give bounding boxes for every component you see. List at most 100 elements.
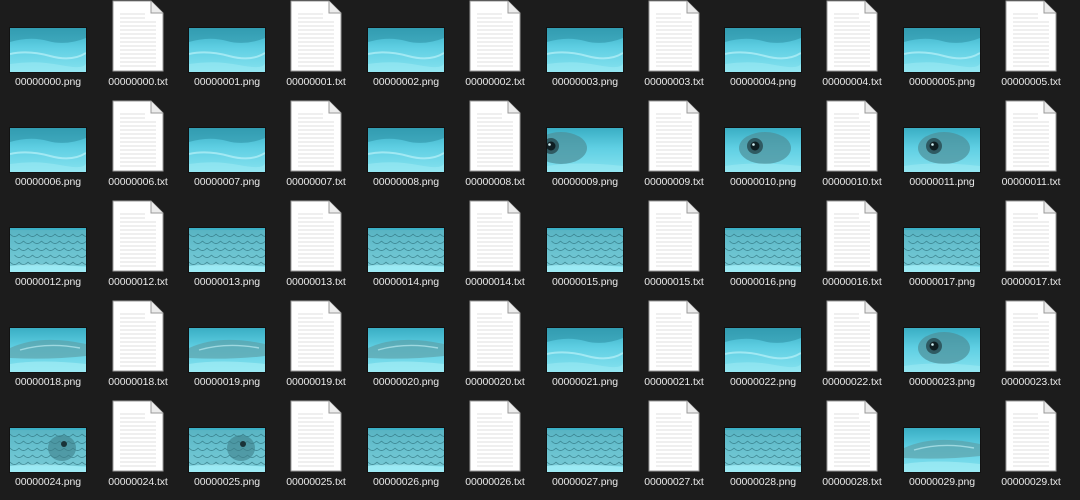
image-thumbnail bbox=[10, 428, 86, 472]
file-name-label: 00000002.png bbox=[373, 76, 439, 88]
text-document-icon bbox=[825, 300, 879, 372]
file-name-label: 00000008.txt bbox=[465, 176, 525, 188]
file-item-txt[interactable]: 00000004.txt bbox=[808, 0, 897, 100]
file-name-label: 00000015.txt bbox=[644, 276, 704, 288]
file-item-png[interactable]: 00000029.png bbox=[898, 400, 987, 500]
file-item-png[interactable]: 00000004.png bbox=[719, 0, 808, 100]
file-item-png[interactable]: 00000020.png bbox=[362, 300, 451, 400]
file-item-txt[interactable]: 00000001.txt bbox=[272, 0, 361, 100]
file-item-txt[interactable]: 00000017.txt bbox=[987, 200, 1076, 300]
file-item-txt[interactable]: 00000028.txt bbox=[808, 400, 897, 500]
file-name-label: 00000001.txt bbox=[286, 76, 346, 88]
file-name-label: 00000027.png bbox=[552, 476, 618, 488]
file-item-txt[interactable]: 00000010.txt bbox=[808, 100, 897, 200]
file-item-txt[interactable]: 00000005.txt bbox=[987, 0, 1076, 100]
file-item-png[interactable]: 00000009.png bbox=[541, 100, 630, 200]
text-document-icon bbox=[289, 0, 343, 72]
file-item-png[interactable]: 00000010.png bbox=[719, 100, 808, 200]
file-item-png[interactable]: 00000011.png bbox=[898, 100, 987, 200]
file-item-png[interactable]: 00000025.png bbox=[183, 400, 272, 500]
text-document-icon bbox=[289, 200, 343, 272]
file-item-txt[interactable]: 00000025.txt bbox=[272, 400, 361, 500]
image-thumbnail bbox=[189, 28, 265, 72]
file-item-txt[interactable]: 00000011.txt bbox=[987, 100, 1076, 200]
file-item-png[interactable]: 00000028.png bbox=[719, 400, 808, 500]
file-item-png[interactable]: 00000006.png bbox=[4, 100, 93, 200]
file-name-label: 00000022.txt bbox=[822, 376, 882, 388]
file-item-txt[interactable]: 00000016.txt bbox=[808, 200, 897, 300]
image-thumbnail bbox=[904, 428, 980, 472]
file-name-label: 00000004.png bbox=[730, 76, 796, 88]
file-item-txt[interactable]: 00000020.txt bbox=[451, 300, 540, 400]
file-item-png[interactable]: 00000001.png bbox=[183, 0, 272, 100]
file-item-png[interactable]: 00000023.png bbox=[898, 300, 987, 400]
file-item-png[interactable]: 00000024.png bbox=[4, 400, 93, 500]
file-item-txt[interactable]: 00000014.txt bbox=[451, 200, 540, 300]
file-item-png[interactable]: 00000002.png bbox=[362, 0, 451, 100]
text-document-icon bbox=[468, 400, 522, 472]
image-thumbnail bbox=[725, 428, 801, 472]
file-item-txt[interactable]: 00000023.txt bbox=[987, 300, 1076, 400]
file-item-txt[interactable]: 00000019.txt bbox=[272, 300, 361, 400]
file-name-label: 00000012.txt bbox=[108, 276, 168, 288]
file-item-txt[interactable]: 00000006.txt bbox=[94, 100, 183, 200]
file-item-png[interactable]: 00000005.png bbox=[898, 0, 987, 100]
file-item-txt[interactable]: 00000021.txt bbox=[630, 300, 719, 400]
file-name-label: 00000021.png bbox=[552, 376, 618, 388]
file-name-label: 00000009.png bbox=[552, 176, 618, 188]
file-item-png[interactable]: 00000019.png bbox=[183, 300, 272, 400]
text-document-icon bbox=[1004, 300, 1058, 372]
file-item-png[interactable]: 00000021.png bbox=[541, 300, 630, 400]
file-item-txt[interactable]: 00000009.txt bbox=[630, 100, 719, 200]
text-document-icon bbox=[825, 0, 879, 72]
text-document-icon bbox=[468, 300, 522, 372]
image-thumbnail bbox=[547, 428, 623, 472]
image-thumbnail bbox=[189, 428, 265, 472]
file-name-label: 00000021.txt bbox=[644, 376, 704, 388]
file-item-txt[interactable]: 00000013.txt bbox=[272, 200, 361, 300]
file-item-png[interactable]: 00000013.png bbox=[183, 200, 272, 300]
file-item-txt[interactable]: 00000026.txt bbox=[451, 400, 540, 500]
file-item-txt[interactable]: 00000015.txt bbox=[630, 200, 719, 300]
file-item-txt[interactable]: 00000007.txt bbox=[272, 100, 361, 200]
file-name-label: 00000006.png bbox=[15, 176, 81, 188]
file-item-png[interactable]: 00000007.png bbox=[183, 100, 272, 200]
image-thumbnail bbox=[725, 328, 801, 372]
file-name-label: 00000024.png bbox=[15, 476, 81, 488]
file-item-png[interactable]: 00000017.png bbox=[898, 200, 987, 300]
file-name-label: 00000003.txt bbox=[644, 76, 704, 88]
file-item-txt[interactable]: 00000003.txt bbox=[630, 0, 719, 100]
file-item-txt[interactable]: 00000008.txt bbox=[451, 100, 540, 200]
text-document-icon bbox=[468, 100, 522, 172]
file-item-txt[interactable]: 00000024.txt bbox=[94, 400, 183, 500]
file-item-png[interactable]: 00000027.png bbox=[541, 400, 630, 500]
file-item-txt[interactable]: 00000029.txt bbox=[987, 400, 1076, 500]
file-item-png[interactable]: 00000015.png bbox=[541, 200, 630, 300]
file-name-label: 00000028.txt bbox=[822, 476, 882, 488]
file-item-png[interactable]: 00000026.png bbox=[362, 400, 451, 500]
image-thumbnail bbox=[10, 128, 86, 172]
file-name-label: 00000029.png bbox=[909, 476, 975, 488]
file-item-txt[interactable]: 00000022.txt bbox=[808, 300, 897, 400]
file-item-txt[interactable]: 00000002.txt bbox=[451, 0, 540, 100]
file-name-label: 00000017.png bbox=[909, 276, 975, 288]
file-item-png[interactable]: 00000012.png bbox=[4, 200, 93, 300]
text-document-icon bbox=[111, 0, 165, 72]
file-item-png[interactable]: 00000014.png bbox=[362, 200, 451, 300]
file-name-label: 00000011.txt bbox=[1001, 176, 1061, 188]
file-item-txt[interactable]: 00000012.txt bbox=[94, 200, 183, 300]
file-item-txt[interactable]: 00000027.txt bbox=[630, 400, 719, 500]
file-item-txt[interactable]: 00000000.txt bbox=[94, 0, 183, 100]
file-item-png[interactable]: 00000003.png bbox=[541, 0, 630, 100]
text-document-icon bbox=[825, 200, 879, 272]
file-item-png[interactable]: 00000008.png bbox=[362, 100, 451, 200]
file-icon-grid: 00000000.png 00000000.txt 00000001.png 0… bbox=[0, 0, 1080, 492]
image-thumbnail bbox=[368, 228, 444, 272]
file-item-png[interactable]: 00000000.png bbox=[4, 0, 93, 100]
file-item-png[interactable]: 00000016.png bbox=[719, 200, 808, 300]
file-name-label: 00000026.txt bbox=[465, 476, 525, 488]
file-item-png[interactable]: 00000022.png bbox=[719, 300, 808, 400]
file-item-png[interactable]: 00000018.png bbox=[4, 300, 93, 400]
file-item-txt[interactable]: 00000018.txt bbox=[94, 300, 183, 400]
file-name-label: 00000018.txt bbox=[108, 376, 168, 388]
